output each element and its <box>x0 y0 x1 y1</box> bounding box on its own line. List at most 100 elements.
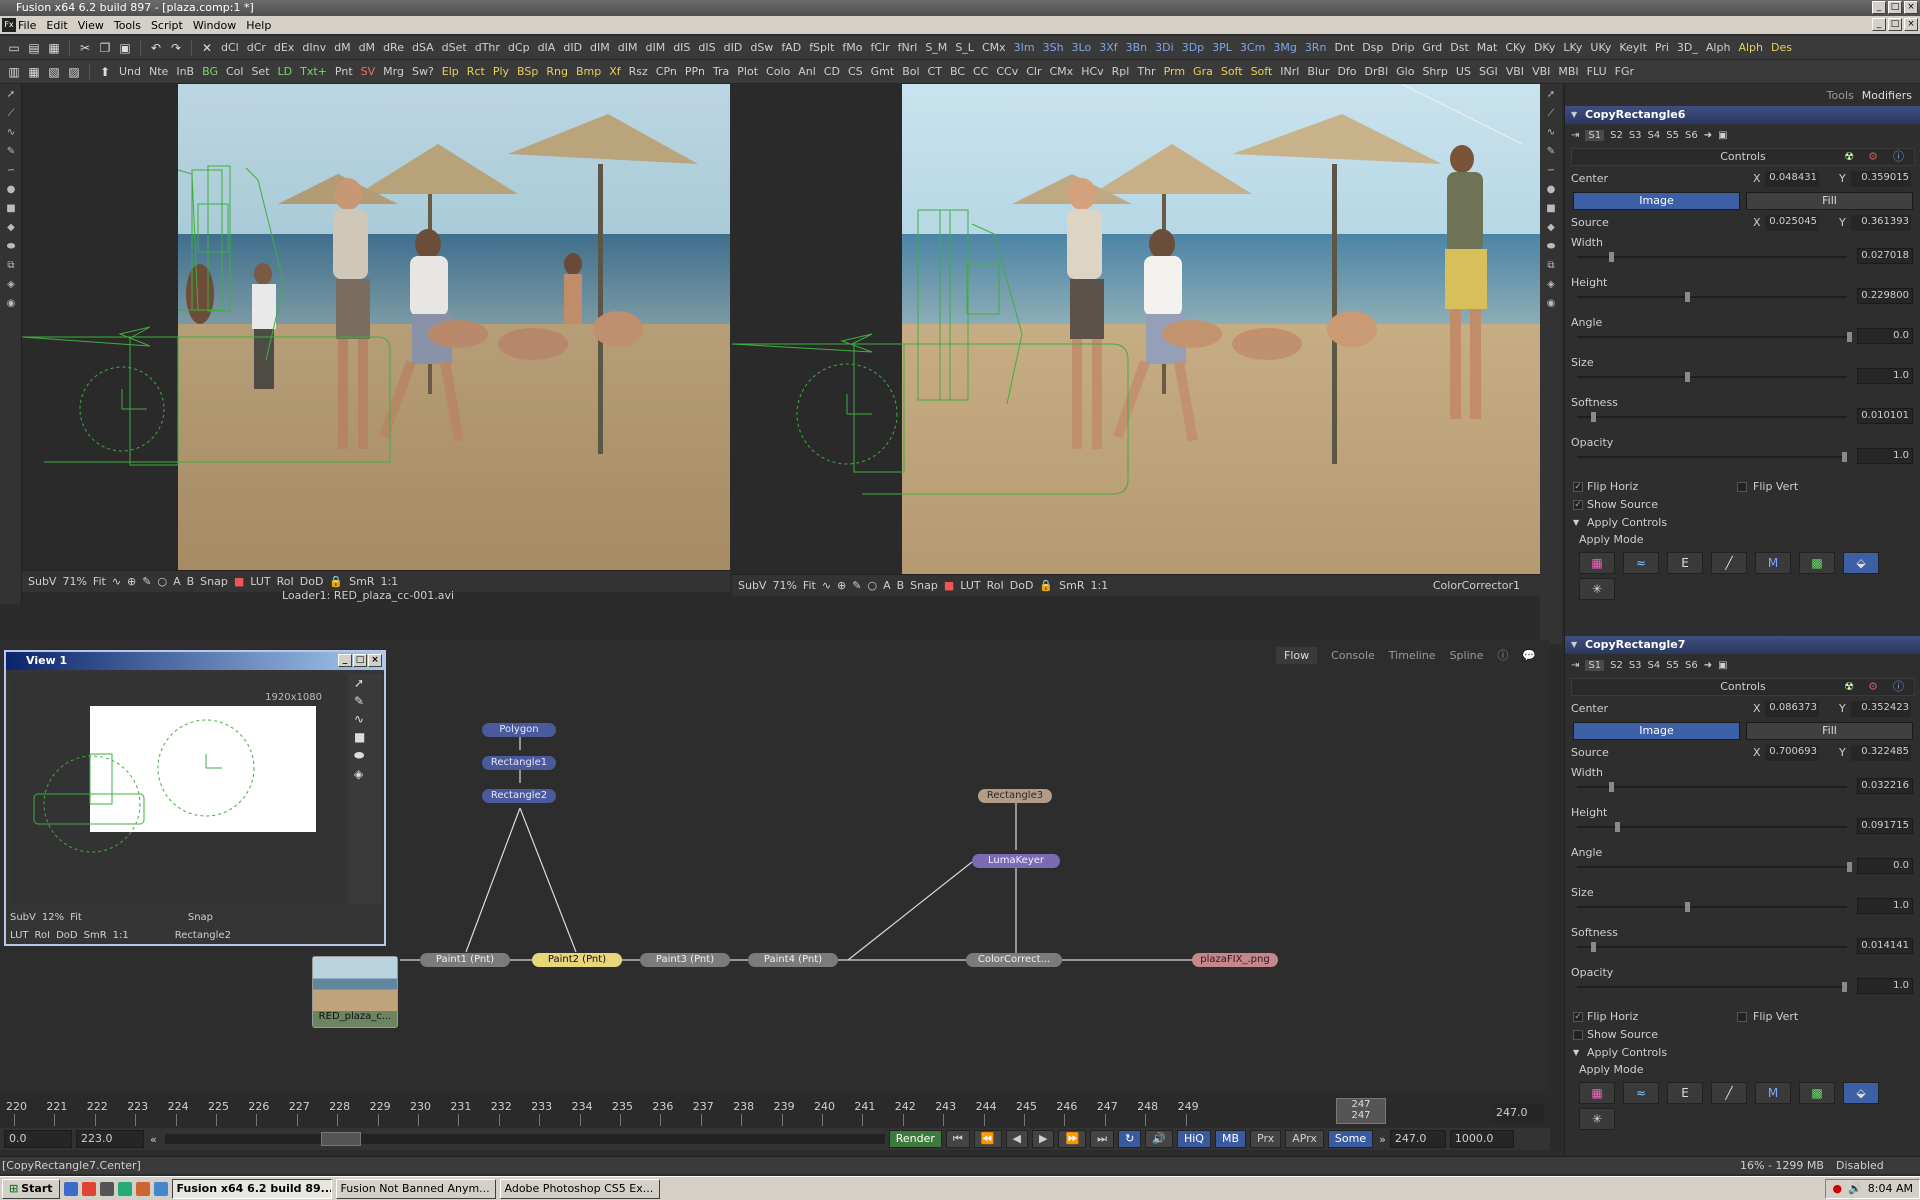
left-circle-icon[interactable]: ○ <box>157 575 167 588</box>
tb2-tool-32[interactable]: CC <box>969 65 992 78</box>
center-y-field[interactable]: 0.359015 <box>1851 171 1911 187</box>
mini-curve-tool-icon[interactable]: ∿ <box>348 710 382 728</box>
tb1-tool-26[interactable]: S_L <box>951 41 978 54</box>
right-copy-rect-tool-icon[interactable]: ⧉ <box>1543 260 1559 274</box>
mini-dod-button[interactable]: DoD <box>56 930 78 941</box>
tb2-tool-2[interactable]: InB <box>172 65 198 78</box>
show-source-checkbox[interactable]: ✓ <box>1573 500 1583 510</box>
center-x-field[interactable]: 0.086373 <box>1765 701 1819 717</box>
mini-fit-button[interactable]: Fit <box>70 912 82 923</box>
mini-select-tool-icon[interactable]: ➚ <box>348 674 382 692</box>
right-lut-dropdown[interactable]: LUT <box>960 579 980 592</box>
taskbar-item-opera[interactable]: Fusion Not Banned Anym... <box>335 1178 496 1199</box>
tb1-tool-7[interactable]: dSA <box>408 41 438 54</box>
param-slider[interactable] <box>1577 252 1847 262</box>
stroke-tab[interactable]: S1 <box>1585 659 1605 671</box>
tb2-tool-4[interactable]: Col <box>222 65 247 78</box>
left-polyline-icon[interactable]: ∿ <box>112 575 121 588</box>
node-saver[interactable]: plazaFIX_.png <box>1192 953 1278 967</box>
mini-max-button[interactable]: □ <box>353 654 367 667</box>
tb1-tool-23[interactable]: fClr <box>867 41 894 54</box>
minimize-button[interactable]: _ <box>1872 1 1886 14</box>
tray-opera-icon[interactable]: ● <box>1832 1182 1842 1195</box>
right-fit-button[interactable]: Fit <box>803 579 816 592</box>
tb2-tool-33[interactable]: CCv <box>992 65 1022 78</box>
gear-icon[interactable]: ⚙ <box>1868 149 1878 165</box>
tab-modifiers[interactable]: Modifiers <box>1862 89 1912 102</box>
menu-edit[interactable]: Edit <box>46 19 67 32</box>
menu-window[interactable]: Window <box>193 19 236 32</box>
tb1-tool-53[interactable]: Alph <box>1734 41 1767 54</box>
tb1-tool-47[interactable]: LKy <box>1559 41 1586 54</box>
play-reverse-icon[interactable]: ◀ <box>1005 1130 1028 1148</box>
tb2-tool-10[interactable]: Mrg <box>379 65 408 78</box>
bezier-tool-icon[interactable]: ∽ <box>3 165 19 179</box>
mini-subview-dropdown[interactable]: SubV <box>10 912 36 923</box>
apply-wire-icon[interactable]: ✳ <box>1579 1108 1615 1130</box>
tab-flow[interactable]: Flow <box>1276 646 1318 664</box>
tb2-tool-22[interactable]: Tra <box>709 65 733 78</box>
tb1-tool-1[interactable]: dCr <box>243 41 270 54</box>
tb2-tool-45[interactable]: Dfo <box>1333 65 1360 78</box>
tb1-tool-50[interactable]: Pri <box>1651 41 1673 54</box>
menu-script[interactable]: Script <box>151 19 183 32</box>
right-clone-tool-icon[interactable]: ⬬ <box>1543 241 1559 255</box>
stroke-tab[interactable]: S2 <box>1610 130 1623 141</box>
tb2-tool-36[interactable]: HCv <box>1077 65 1107 78</box>
tb1-tool-49[interactable]: KeyIt <box>1615 41 1651 54</box>
node-paint4[interactable]: Paint4 (Pnt) <box>748 953 838 967</box>
tb2-tool-13[interactable]: Rct <box>463 65 489 78</box>
global-start-field[interactable]: 0.0 <box>4 1130 72 1148</box>
tb1-tool-48[interactable]: UKy <box>1586 41 1615 54</box>
node-rectangle3[interactable]: Rectangle3 <box>978 789 1052 803</box>
image-button[interactable]: Image <box>1573 192 1740 210</box>
tb1-tool-24[interactable]: fNrl <box>894 41 922 54</box>
section-header[interactable]: CopyRectangle6 <box>1565 106 1920 124</box>
pin-icon[interactable]: ⇥ <box>1571 660 1579 671</box>
flip-vert-checkbox[interactable] <box>1737 482 1747 492</box>
tb2-tool-55[interactable]: FGr <box>1611 65 1638 78</box>
apply-color-icon[interactable]: ▦ <box>1579 1082 1615 1104</box>
source-row[interactable]: Source X 0.700693 Y 0.322485 <box>1565 742 1920 764</box>
param-value-field[interactable]: 1.0 <box>1857 978 1913 994</box>
quicklaunch-browser-icon[interactable] <box>117 1181 132 1196</box>
stroke-tab[interactable]: S5 <box>1666 660 1679 671</box>
tb1-tool-43[interactable]: Dst <box>1446 41 1473 54</box>
play-icon[interactable]: ▶ <box>1031 1130 1055 1148</box>
right-stamp-tool-icon[interactable]: ◆ <box>1543 222 1559 236</box>
tb2-tool-54[interactable]: FLU <box>1583 65 1611 78</box>
right-zoom-dropdown[interactable]: 71% <box>772 579 796 592</box>
save-preset-icon[interactable]: ▣ <box>1718 130 1727 141</box>
tb1-tool-44[interactable]: Mat <box>1473 41 1502 54</box>
tb2-tool-18[interactable]: Xf <box>605 65 624 78</box>
ruler-end-field[interactable]: 247.0 <box>1492 1104 1544 1122</box>
tb2-tool-40[interactable]: Gra <box>1189 65 1217 78</box>
stroke-tab[interactable]: S2 <box>1610 660 1623 671</box>
tb2-tool-14[interactable]: Ply <box>489 65 513 78</box>
tb1-tool-28[interactable]: 3Im <box>1010 41 1039 54</box>
param-slider[interactable] <box>1577 332 1852 342</box>
apply-emboss-icon[interactable]: ▩ <box>1799 552 1835 574</box>
tb2-tool-16[interactable]: Rng <box>542 65 572 78</box>
forward-range-icon[interactable]: » <box>1379 1133 1386 1146</box>
param-slider-knob[interactable] <box>1614 822 1620 832</box>
param-slider[interactable] <box>1577 822 1847 832</box>
tb2-tool-53[interactable]: MBI <box>1554 65 1582 78</box>
right-rectangle-tool-icon[interactable]: ■ <box>1543 203 1559 217</box>
apply-controls-row[interactable]: ▼ Apply Controls <box>1565 514 1920 532</box>
param-slider[interactable] <box>1577 942 1847 952</box>
mini-snap-dropdown[interactable]: Snap <box>188 912 213 923</box>
render-end-field[interactable]: 247.0 <box>1389 1130 1446 1148</box>
tb1-tool-22[interactable]: fMo <box>838 41 866 54</box>
right-circle-tool-icon[interactable]: ● <box>1543 184 1559 198</box>
tb1-tool-12[interactable]: dID <box>559 41 586 54</box>
param-slider-knob[interactable] <box>1685 372 1690 382</box>
paste-icon[interactable]: ▣ <box>115 39 135 57</box>
menu-tools[interactable]: Tools <box>114 19 141 32</box>
mini-1to1-button[interactable]: 1:1 <box>113 930 129 941</box>
open-file-icon[interactable]: ▤ <box>24 39 44 57</box>
param-slider[interactable] <box>1577 412 1847 422</box>
tb2-tool-11[interactable]: Sw? <box>408 65 438 78</box>
mini-clone-tool-icon[interactable]: ⬬ <box>348 746 382 765</box>
stroke-tab[interactable]: S1 <box>1585 129 1605 141</box>
